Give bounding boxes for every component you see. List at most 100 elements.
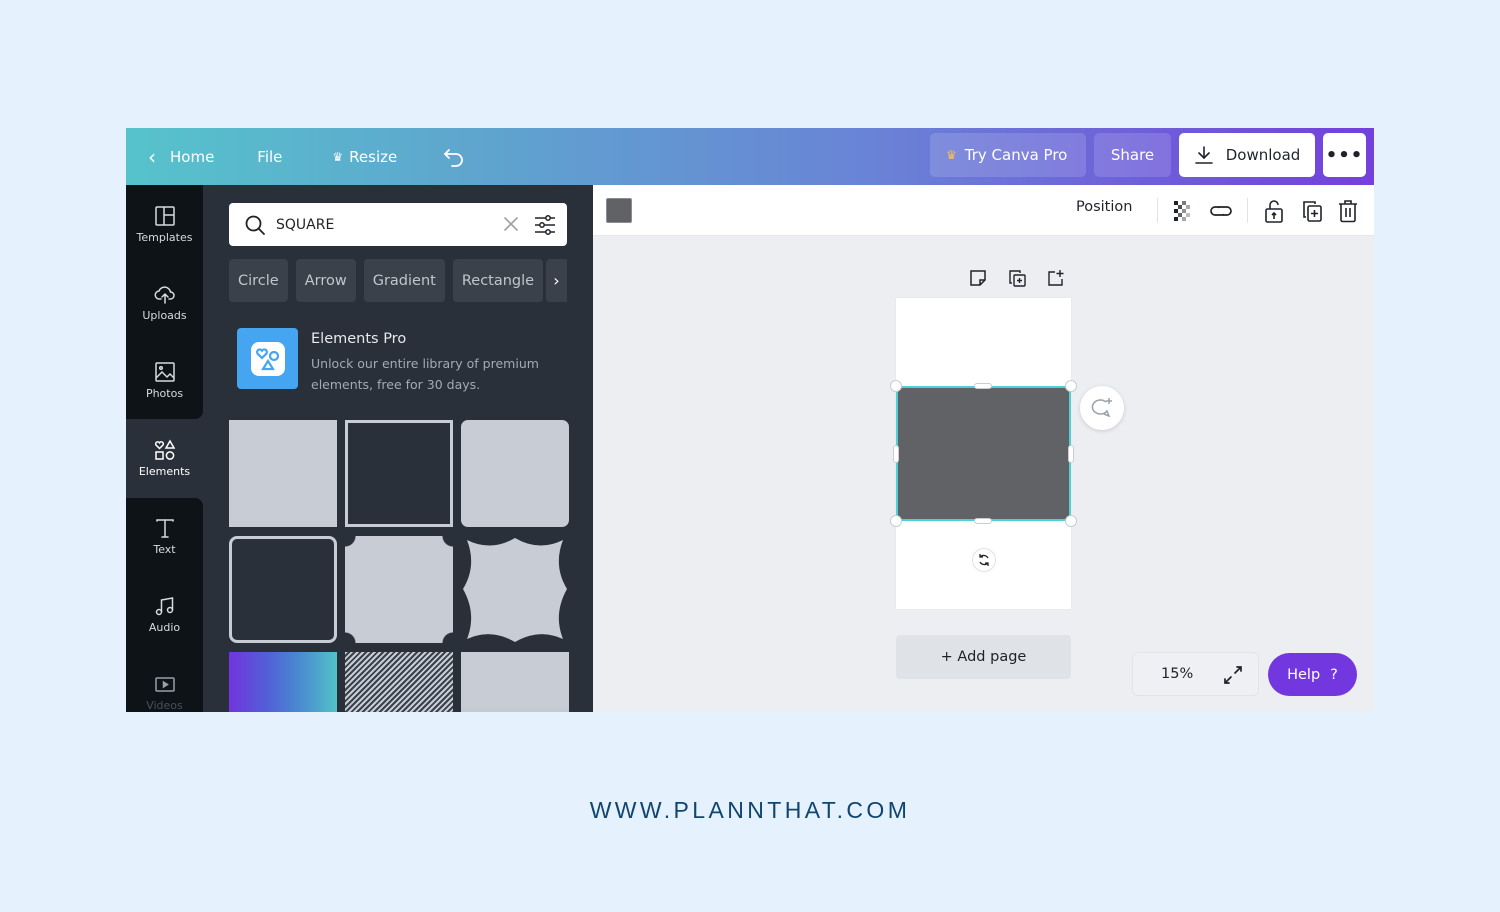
file-label: File [257, 147, 283, 166]
transparency-icon[interactable] [1170, 198, 1196, 224]
resize-button[interactable]: ♛ Resize [332, 148, 397, 166]
clear-search-icon[interactable] [501, 214, 521, 234]
nav-label: Uploads [142, 308, 187, 322]
shapes-icon [154, 438, 175, 460]
duplicate-page-icon[interactable] [1007, 268, 1027, 288]
toolbar-divider [1157, 198, 1158, 223]
more-options-button[interactable]: ••• [1323, 133, 1366, 177]
cloud-upload-icon [154, 285, 175, 304]
chevron-right-icon: › [553, 271, 560, 290]
resize-label: Resize [349, 147, 398, 166]
templates-icon [154, 205, 175, 226]
chip-rectangle[interactable]: Rectangle [452, 259, 544, 302]
color-swatch-button[interactable] [606, 198, 632, 223]
resize-handle-top-left[interactable] [890, 380, 902, 392]
try-canva-pro-button[interactable]: ♛ Try Canva Pro [930, 133, 1086, 177]
elements-pro-promo[interactable]: Elements Pro Unlock our entire library o… [237, 328, 577, 398]
text-icon [155, 518, 174, 538]
video-icon [154, 676, 175, 692]
nav-item-templates[interactable]: Templates [126, 185, 203, 263]
result-wavy-square[interactable] [461, 536, 569, 643]
result-striped-square[interactable] [345, 652, 453, 712]
trash-icon[interactable] [1335, 198, 1361, 224]
nav-item-elements[interactable]: Elements [126, 419, 203, 497]
result-gradient-square[interactable] [229, 652, 337, 712]
undo-button[interactable] [443, 147, 465, 167]
add-page-icon[interactable] [1046, 268, 1066, 288]
music-note-icon [155, 596, 173, 615]
unlock-icon[interactable] [1261, 198, 1287, 224]
add-page-button[interactable]: + Add page [896, 635, 1071, 679]
position-button[interactable]: Position [1076, 199, 1132, 215]
fullscreen-icon[interactable] [1222, 664, 1244, 686]
result-gray-gradient-square[interactable] [461, 652, 569, 712]
nav-label: Templates [136, 230, 193, 244]
nav-item-videos[interactable]: Videos [126, 653, 203, 712]
search-input[interactable] [276, 216, 486, 233]
download-button[interactable]: Download [1179, 133, 1315, 177]
file-menu-button[interactable]: File [257, 148, 282, 166]
result-outlined-square[interactable] [345, 420, 453, 527]
elements-panel: Circle Arrow Gradient Rectangle › Elemen… [203, 185, 593, 712]
result-notched-square[interactable] [345, 536, 453, 643]
nav-label: Text [153, 542, 176, 556]
resize-handle-top[interactable] [974, 383, 992, 389]
resize-handle-bottom-left[interactable] [890, 515, 902, 527]
chips-next-button[interactable]: › [546, 259, 567, 302]
promo-title: Elements Pro [311, 331, 407, 347]
toolbar-divider [1247, 198, 1248, 223]
editor-toolbar: Position [593, 185, 1374, 236]
nav-item-photos[interactable]: Photos [126, 341, 203, 419]
add-comment-button[interactable] [1080, 386, 1124, 430]
chip-gradient[interactable]: Gradient [363, 259, 445, 302]
ellipsis-icon: ••• [1325, 144, 1364, 166]
rotate-button[interactable] [972, 548, 996, 572]
nav-label: Videos [146, 698, 183, 712]
help-button[interactable]: Help ? [1268, 653, 1357, 696]
suggestion-chips: Circle Arrow Gradient Rectangle [229, 259, 544, 302]
home-label: Home [170, 147, 215, 166]
shapes-icon [255, 347, 279, 370]
share-button[interactable]: Share [1094, 133, 1171, 177]
elements-pro-icon [237, 328, 298, 389]
search-bar [229, 203, 567, 246]
comment-add-icon [1091, 398, 1112, 418]
page-notes-icon[interactable] [968, 268, 988, 288]
resize-handle-left[interactable] [893, 445, 899, 463]
result-rounded-outlined-square[interactable] [229, 536, 337, 643]
home-button[interactable]: ‹ Home [148, 145, 214, 169]
zoom-level: 15% [1161, 666, 1194, 682]
undo-icon [443, 148, 464, 167]
selected-rectangle-shape[interactable] [896, 386, 1071, 521]
canva-editor: ‹ Home File ♛ Resize ♛ Try Canva Pro Sha… [126, 128, 1374, 712]
result-filled-square[interactable] [229, 420, 337, 527]
resize-handle-bottom[interactable] [974, 518, 992, 524]
search-icon [245, 215, 265, 235]
resize-handle-top-right[interactable] [1065, 380, 1077, 392]
resize-handle-right[interactable] [1068, 445, 1074, 463]
download-icon [1194, 146, 1213, 164]
question-mark-icon: ? [1330, 666, 1338, 683]
chip-circle[interactable]: Circle [229, 259, 288, 302]
result-rounded-square[interactable] [461, 420, 569, 527]
resize-handle-bottom-right[interactable] [1065, 515, 1077, 527]
link-icon[interactable] [1208, 198, 1234, 224]
promo-description: Unlock our entire library of premium ele… [311, 356, 539, 392]
nav-item-text[interactable]: Text [126, 497, 203, 575]
nav-item-audio[interactable]: Audio [126, 575, 203, 653]
crown-icon: ♛ [946, 148, 957, 162]
zoom-control[interactable]: 15% [1132, 652, 1259, 696]
help-label: Help [1287, 666, 1321, 683]
nav-label: Audio [148, 620, 181, 634]
nav-label: Photos [145, 386, 184, 400]
nav-label: Elements [138, 464, 191, 478]
left-nav: Templates Uploads Photos Elements Text A… [126, 185, 203, 712]
filter-sliders-icon[interactable] [533, 213, 557, 237]
website-footer: WWW.PLANNTHAT.COM [589, 797, 911, 823]
nav-item-uploads[interactable]: Uploads [126, 263, 203, 341]
duplicate-icon[interactable] [1299, 198, 1325, 224]
chevron-left-icon: ‹ [148, 144, 156, 169]
download-label: Download [1225, 146, 1301, 164]
image-icon [154, 361, 175, 382]
chip-arrow[interactable]: Arrow [295, 259, 356, 302]
